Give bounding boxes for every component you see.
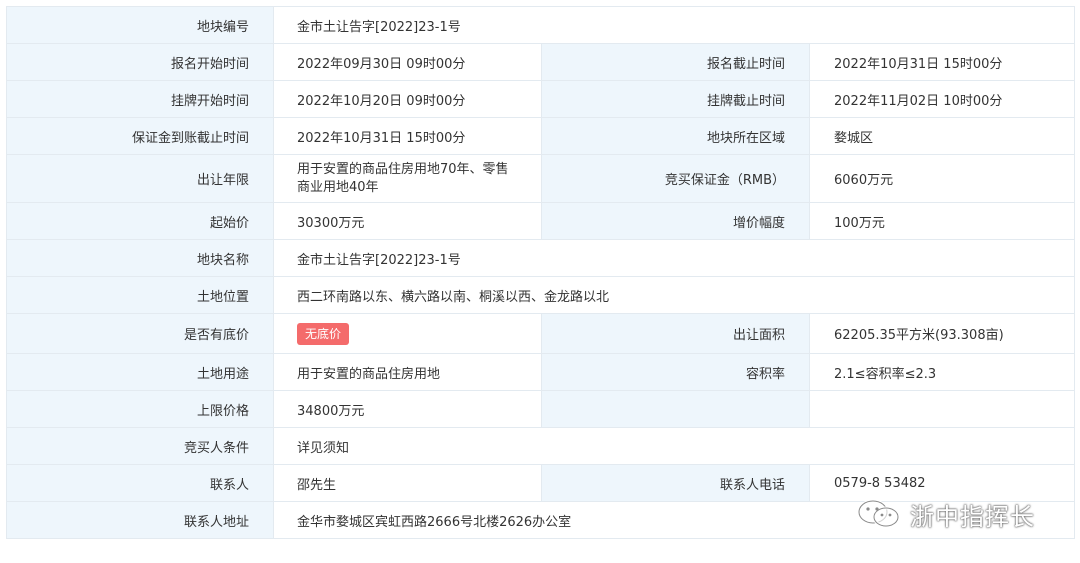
term-value-line2: 商业用地40年 xyxy=(297,179,379,195)
location-value: 西二环南路以东、横六路以南、桐溪以西、金龙路以北 xyxy=(273,276,1075,314)
deposit-deadline-value: 2022年10月31日 15时00分 xyxy=(273,117,542,155)
reg-end-value: 2022年10月31日 15时00分 xyxy=(809,43,1075,81)
area-label: 出让面积 xyxy=(541,313,810,354)
row-plot-no: 地块编号 金市土让告字[2022]23-1号 xyxy=(6,6,1075,44)
no-reserve-badge: 无底价 xyxy=(297,322,350,345)
watermark: 浙中指挥长 xyxy=(856,497,1035,531)
deposit-label: 竞买保证金（RMB） xyxy=(541,154,810,203)
district-value: 婺城区 xyxy=(809,117,1075,155)
land-info-table: 地块编号 金市土让告字[2022]23-1号 报名开始时间 2022年09月30… xyxy=(6,6,1075,539)
plot-name-value: 金市土让告字[2022]23-1号 xyxy=(273,239,1075,277)
empty-value-cell xyxy=(809,390,1075,428)
increment-value: 100万元 xyxy=(809,202,1075,240)
reserve-label: 是否有底价 xyxy=(6,313,274,354)
plot-no-label: 地块编号 xyxy=(6,6,274,44)
term-value: 用于安置的商品住房用地70年、零售 商业用地40年 xyxy=(273,154,542,203)
conditions-label: 竞买人条件 xyxy=(6,427,274,465)
watermark-text: 浙中指挥长 xyxy=(910,502,1035,531)
row-reserve-area: 是否有底价 无底价 出让面积 62205.35平方米(93.308亩) xyxy=(6,313,1075,354)
row-registration: 报名开始时间 2022年09月30日 09时00分 报名截止时间 2022年10… xyxy=(6,43,1075,81)
contact-value: 邵先生 xyxy=(273,464,542,502)
deposit-deadline-label: 保证金到账截止时间 xyxy=(6,117,274,155)
start-price-label: 起始价 xyxy=(6,202,274,240)
plot-name-label: 地块名称 xyxy=(6,239,274,277)
start-price-value: 30300万元 xyxy=(273,202,542,240)
reg-end-label: 报名截止时间 xyxy=(541,43,810,81)
deposit-value: 6060万元 xyxy=(809,154,1075,203)
list-end-value: 2022年11月02日 10时00分 xyxy=(809,80,1075,118)
row-plot-name: 地块名称 金市土让告字[2022]23-1号 xyxy=(6,239,1075,277)
contact-label: 联系人 xyxy=(6,464,274,502)
usage-value: 用于安置的商品住房用地 xyxy=(273,353,542,391)
conditions-value: 详见须知 xyxy=(273,427,1075,465)
reg-start-label: 报名开始时间 xyxy=(6,43,274,81)
reserve-value: 无底价 xyxy=(273,313,542,354)
far-value: 2.1≤容积率≤2.3 xyxy=(809,353,1075,391)
reg-start-value: 2022年09月30日 09时00分 xyxy=(273,43,542,81)
row-deposit-district: 保证金到账截止时间 2022年10月31日 15时00分 地块所在区域 婺城区 xyxy=(6,117,1075,155)
row-location: 土地位置 西二环南路以东、横六路以南、桐溪以西、金龙路以北 xyxy=(6,276,1075,314)
row-term-deposit: 出让年限 用于安置的商品住房用地70年、零售 商业用地40年 竞买保证金（RMB… xyxy=(6,154,1075,203)
far-label: 容积率 xyxy=(541,353,810,391)
row-conditions: 竞买人条件 详见须知 xyxy=(6,427,1075,465)
empty-label-cell xyxy=(541,390,810,428)
area-value: 62205.35平方米(93.308亩) xyxy=(809,313,1075,354)
list-end-label: 挂牌截止时间 xyxy=(541,80,810,118)
district-label: 地块所在区域 xyxy=(541,117,810,155)
list-start-value: 2022年10月20日 09时00分 xyxy=(273,80,542,118)
address-label: 联系人地址 xyxy=(6,501,274,539)
wechat-icon xyxy=(857,499,900,528)
row-cap-price: 上限价格 34800万元 xyxy=(6,390,1075,428)
row-usage-far: 土地用途 用于安置的商品住房用地 容积率 2.1≤容积率≤2.3 xyxy=(6,353,1075,391)
plot-no-value: 金市土让告字[2022]23-1号 xyxy=(273,6,1075,44)
location-label: 土地位置 xyxy=(6,276,274,314)
cap-price-value: 34800万元 xyxy=(273,390,542,428)
row-price: 起始价 30300万元 增价幅度 100万元 xyxy=(6,202,1075,240)
phone-label: 联系人电话 xyxy=(541,464,810,502)
increment-label: 增价幅度 xyxy=(541,202,810,240)
cap-price-label: 上限价格 xyxy=(6,390,274,428)
list-start-label: 挂牌开始时间 xyxy=(6,80,274,118)
term-value-line1: 用于安置的商品住房用地70年、零售 xyxy=(297,161,509,177)
usage-label: 土地用途 xyxy=(6,353,274,391)
term-label: 出让年限 xyxy=(6,154,274,203)
row-listing: 挂牌开始时间 2022年10月20日 09时00分 挂牌截止时间 2022年11… xyxy=(6,80,1075,118)
